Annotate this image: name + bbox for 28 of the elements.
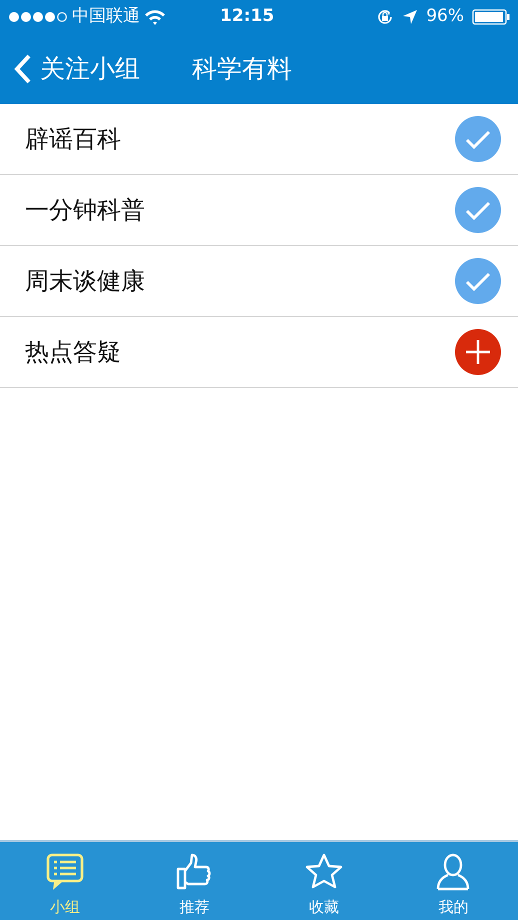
tab[interactable]: 收藏 <box>259 842 388 920</box>
check-icon <box>465 271 491 291</box>
wifi-icon <box>144 9 166 25</box>
chat-list-icon <box>44 852 85 892</box>
follow-button[interactable] <box>455 329 501 375</box>
check-icon <box>465 129 491 149</box>
carrier-name: 中国联通 <box>72 5 140 28</box>
followed-button[interactable] <box>455 187 501 233</box>
group-name: 辟谣百科 <box>25 124 121 155</box>
tab[interactable]: 小组 <box>0 842 130 920</box>
back-button[interactable]: 关注小组 <box>12 50 140 88</box>
followed-button[interactable] <box>455 258 501 304</box>
group-name: 周末谈健康 <box>25 266 145 297</box>
group-name: 热点答疑 <box>25 337 121 368</box>
back-chevron-icon <box>12 53 32 85</box>
location-arrow-icon <box>402 9 418 25</box>
tab[interactable]: 我的 <box>388 842 518 920</box>
plus-icon <box>465 339 491 365</box>
tab[interactable]: 推荐 <box>130 842 259 920</box>
signal-icon <box>8 11 68 23</box>
followed-button[interactable] <box>455 116 501 162</box>
group-name: 一分钟科普 <box>25 195 145 226</box>
battery-percent: 96% <box>426 5 464 28</box>
status-time: 12:15 <box>220 6 274 26</box>
page-title: 科学有料 <box>192 53 292 86</box>
battery-icon <box>472 9 510 25</box>
rotation-lock-icon <box>376 8 394 26</box>
check-icon <box>465 200 491 220</box>
